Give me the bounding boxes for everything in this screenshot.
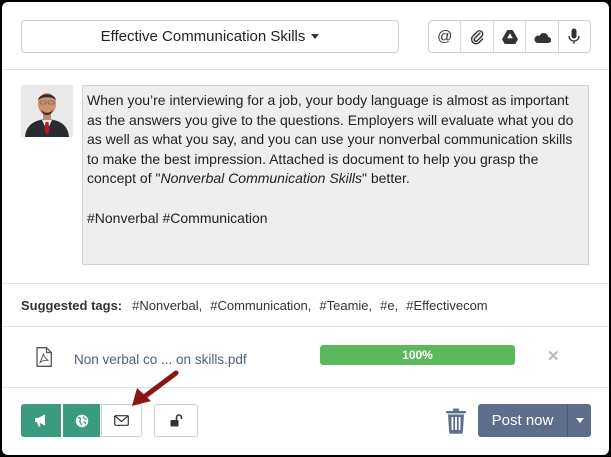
divider (2, 326, 609, 327)
voice-record-button[interactable] (559, 21, 590, 52)
suggested-tags: Suggested tags: #Nonverbal, #Communicati… (21, 298, 488, 313)
unlock-icon (170, 414, 182, 427)
group-dropdown[interactable]: Effective Communication Skills (21, 20, 399, 53)
remove-attachment-icon[interactable]: ✕ (547, 347, 560, 365)
suggested-tag[interactable]: #Effectivecom (406, 298, 487, 313)
dialog-header: Effective Communication Skills @ (2, 2, 609, 70)
upload-progress-label: 100% (402, 348, 433, 362)
attachment-toolbar: @ (428, 20, 591, 53)
post-hashtags: #Nonverbal #Communication (87, 209, 268, 226)
chevron-down-icon (575, 418, 584, 423)
post-now-split-button: Post now (478, 404, 591, 437)
divider (2, 387, 609, 388)
at-sign-icon: @ (437, 28, 453, 45)
group-dropdown-label: Effective Communication Skills (100, 28, 306, 45)
suggested-tag[interactable]: #Nonverbal, (132, 298, 202, 313)
post-options-dropdown[interactable] (567, 404, 591, 437)
announcement-button[interactable] (21, 404, 61, 437)
mention-button[interactable]: @ (429, 21, 462, 52)
attach-file-button[interactable] (461, 21, 494, 52)
post-now-button[interactable]: Post now (478, 404, 567, 437)
onedrive-icon (534, 32, 551, 43)
suggested-tag[interactable]: #Communication, (210, 298, 311, 313)
megaphone-icon (35, 414, 45, 427)
share-dialog: Effective Communication Skills @ When yo… (2, 2, 609, 455)
envelope-icon (114, 415, 129, 426)
google-drive-icon (501, 29, 518, 44)
paperclip-icon (471, 29, 484, 44)
upload-progress-bar: 100% (320, 345, 515, 365)
post-text-area[interactable]: When you’re interviewing for a job, your… (82, 85, 589, 265)
divider (2, 283, 609, 284)
google-drive-button[interactable] (494, 21, 527, 52)
microphone-icon (568, 28, 580, 44)
avatar (21, 85, 73, 137)
annotation-arrow-icon (132, 370, 179, 406)
globe-icon (75, 414, 88, 427)
trash-icon[interactable] (445, 408, 467, 434)
suggested-tag[interactable]: #e, (380, 298, 398, 313)
post-body: When you’re interviewing for a job, your… (87, 92, 574, 187)
chevron-down-icon (311, 34, 320, 39)
public-visibility-button[interactable] (63, 404, 100, 437)
onedrive-button[interactable] (526, 21, 559, 52)
attachment-file-name[interactable]: Non verbal co ... on skills.pdf (74, 352, 247, 367)
user-photo (21, 85, 73, 137)
suggested-tags-label: Suggested tags: (21, 298, 123, 313)
suggested-tag[interactable]: #Teamie, (319, 298, 372, 313)
pdf-file-icon (36, 347, 52, 367)
